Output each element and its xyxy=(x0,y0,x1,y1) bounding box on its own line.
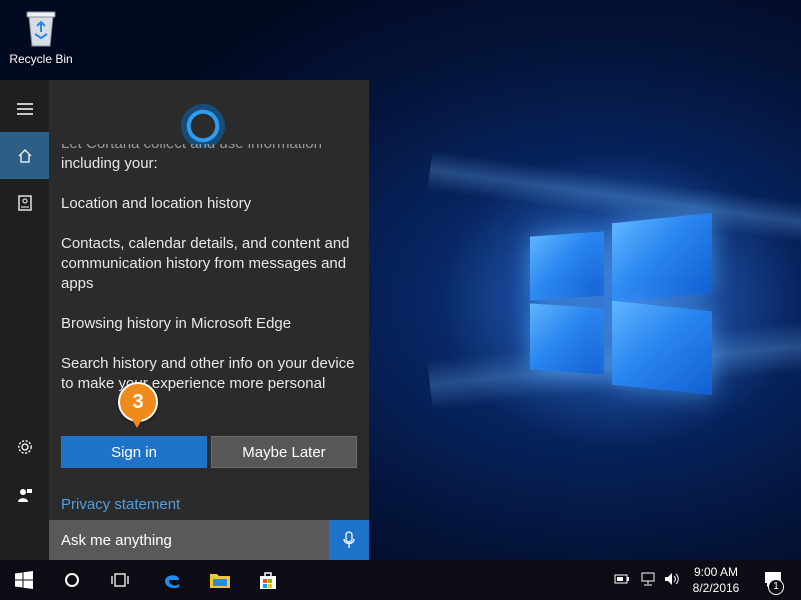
file-explorer-icon xyxy=(210,574,230,588)
permission-item: Search history and other info on your de… xyxy=(61,355,355,392)
step-callout-pointer xyxy=(130,416,144,428)
action-center-button[interactable]: 1 xyxy=(750,560,798,600)
notebook-button[interactable] xyxy=(0,179,49,226)
feedback-icon xyxy=(17,488,32,502)
recycle-bin-label: Recycle Bin xyxy=(9,52,73,66)
cortana-rail xyxy=(0,80,49,560)
store-button[interactable] xyxy=(244,560,292,600)
maybe-later-button[interactable]: Maybe Later xyxy=(211,436,357,468)
permission-item: Location and location history xyxy=(61,195,252,212)
settings-button[interactable] xyxy=(0,423,49,470)
file-explorer-button[interactable] xyxy=(196,560,244,600)
windows-logo-wallpaper xyxy=(520,212,716,402)
clipped-heading: Let Cortana collect and use information xyxy=(61,144,361,154)
cortana-permissions-text: Let Cortana collect and use information … xyxy=(61,144,361,414)
permission-item: Browsing history in Microsoft Edge xyxy=(61,315,292,332)
clock-date: 8/2/2016 xyxy=(692,581,740,595)
task-view-icon xyxy=(111,573,129,587)
sign-in-button[interactable]: Sign in xyxy=(61,436,207,468)
privacy-statement-link[interactable]: Privacy statement xyxy=(61,496,180,513)
taskbar: 9:00 AM 8/2/2016 1 xyxy=(0,560,801,600)
edge-icon xyxy=(165,575,179,589)
home-icon xyxy=(18,148,31,163)
network-icon[interactable] xyxy=(640,572,656,589)
volume-icon[interactable] xyxy=(664,572,680,589)
feedback-button[interactable] xyxy=(0,471,49,518)
intro-text: including your: xyxy=(61,155,158,172)
cortana-icon xyxy=(65,573,79,587)
cortana-button[interactable] xyxy=(48,560,96,600)
settings-icon xyxy=(17,439,32,454)
permission-item: Contacts, calendar details, and content … xyxy=(61,235,350,292)
notification-count-badge: 1 xyxy=(768,579,784,595)
recycle-bin-icon xyxy=(25,8,57,48)
notebook-icon xyxy=(17,194,32,211)
start-icon xyxy=(15,571,33,589)
task-view-button[interactable] xyxy=(96,560,144,600)
store-icon xyxy=(260,572,276,589)
cortana-ring-icon xyxy=(181,104,225,148)
cortana-panel: Let Cortana collect and use information … xyxy=(49,80,369,560)
home-button[interactable] xyxy=(0,132,49,179)
power-icon[interactable] xyxy=(614,572,630,589)
hamburger-icon xyxy=(16,102,33,115)
clock-time: 9:00 AM xyxy=(693,565,739,579)
system-clock[interactable]: 9:00 AM 8/2/2016 xyxy=(685,564,747,596)
recycle-bin[interactable]: Recycle Bin xyxy=(6,6,76,66)
hamburger-menu-button[interactable] xyxy=(0,85,49,132)
edge-button[interactable] xyxy=(148,560,196,600)
search-input[interactable]: Ask me anything xyxy=(49,520,329,560)
microphone-button[interactable] xyxy=(329,520,369,560)
microphone-icon xyxy=(343,531,355,548)
start-button[interactable] xyxy=(0,560,48,600)
